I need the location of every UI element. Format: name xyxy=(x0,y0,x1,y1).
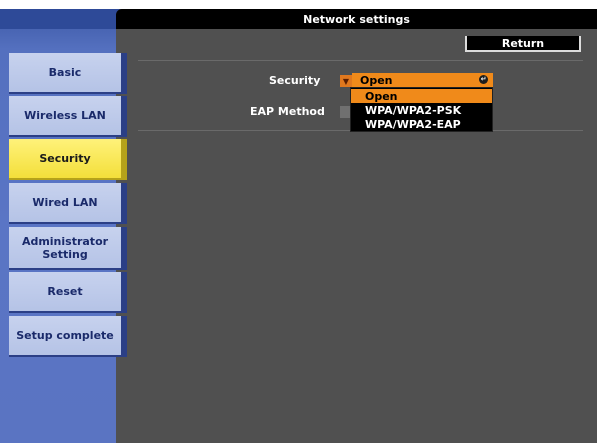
dropdown-option-wpa-psk[interactable]: WPA/WPA2-PSK xyxy=(351,103,492,117)
security-select[interactable]: Open ↵ xyxy=(352,73,493,87)
security-label: Security xyxy=(269,74,321,87)
dropdown-option-open[interactable]: Open xyxy=(351,89,492,103)
sidebar-header xyxy=(0,9,129,29)
eap-method-label: EAP Method xyxy=(250,105,325,118)
sidebar-item-basic[interactable]: Basic xyxy=(9,53,127,94)
sidebar-item-security[interactable]: Security xyxy=(9,139,127,180)
dropdown-arrow-icon[interactable]: ▼ xyxy=(340,75,352,87)
divider xyxy=(138,60,583,61)
return-button[interactable]: Return xyxy=(465,36,581,52)
security-select-value: Open xyxy=(360,73,393,87)
enter-icon: ↵ xyxy=(479,75,488,84)
page-title: Network settings xyxy=(116,9,597,29)
sidebar-item-reset[interactable]: Reset xyxy=(9,272,127,313)
sidebar-item-setup-complete[interactable]: Setup complete xyxy=(9,316,127,357)
sidebar-item-administrator-setting[interactable]: Administrator Setting xyxy=(9,227,127,270)
dropdown-option-wpa-eap[interactable]: WPA/WPA2-EAP xyxy=(351,117,492,131)
security-dropdown-menu: Open WPA/WPA2-PSK WPA/WPA2-EAP xyxy=(350,87,493,132)
sidebar-item-wireless-lan[interactable]: Wireless LAN xyxy=(9,96,127,137)
sidebar-item-wired-lan[interactable]: Wired LAN xyxy=(9,183,127,224)
projector-settings-screen: Network settings Basic Wireless LAN Secu… xyxy=(0,0,597,443)
